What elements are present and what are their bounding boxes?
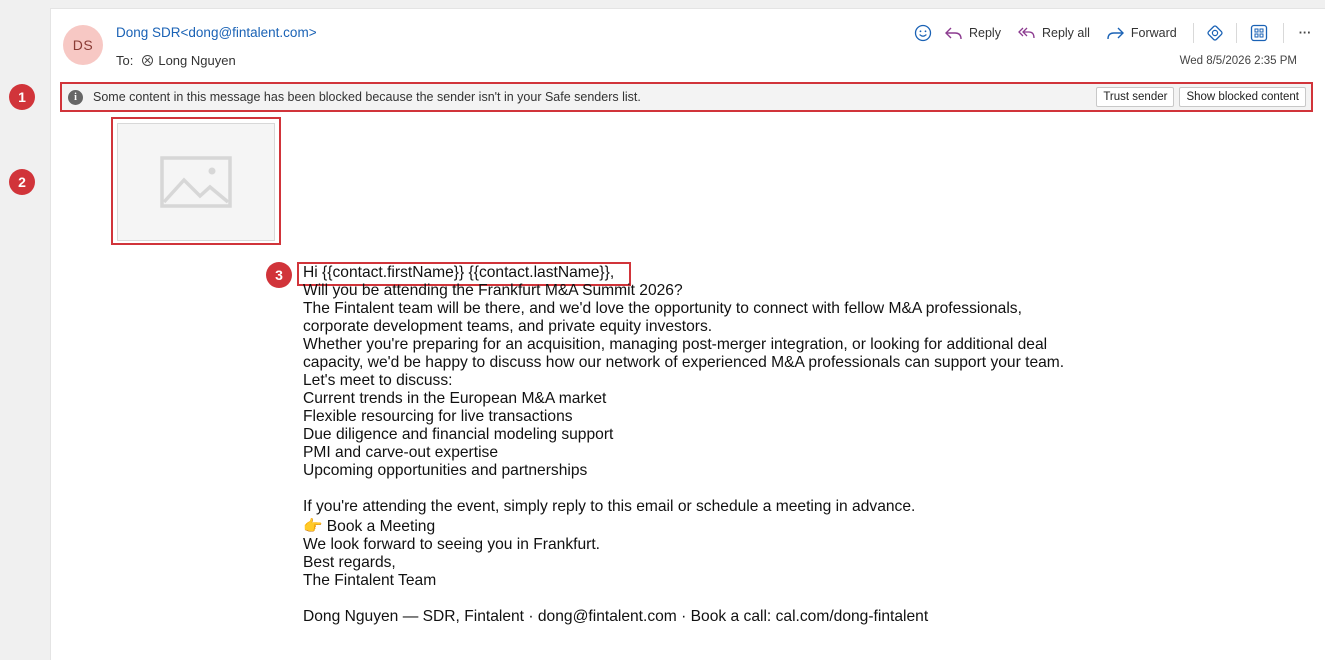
recipient-line: To: Long Nguyen (116, 53, 236, 68)
list-item: Upcoming opportunities and partnerships (303, 462, 588, 479)
book-meeting-link[interactable]: 👉 Book a Meeting (303, 518, 1064, 536)
sender-name[interactable]: Dong SDR (116, 25, 181, 40)
received-date: Wed 8/5/2026 2:35 PM (1179, 55, 1297, 67)
remove-recipient-icon (142, 55, 154, 66)
reply-icon (945, 27, 962, 40)
body-line: Let's meet to discuss: (303, 372, 453, 389)
emoji-react-button[interactable] (914, 24, 932, 42)
closing-line: Best regards, (303, 554, 396, 571)
forward-icon (1107, 27, 1124, 40)
body-line: The Fintalent team will be there, and we… (303, 300, 1022, 317)
pointing-hand-icon: 👉 (303, 518, 323, 535)
list-item: PMI and carve-out expertise (303, 444, 499, 461)
annotation-badge-2: 2 (9, 169, 35, 195)
signature: Dong Nguyen — SDR, Fintalent · dong@fint… (303, 608, 929, 625)
body-line: Will you be attending the Frankfurt M&A … (303, 282, 683, 299)
apps-button[interactable] (1250, 24, 1268, 42)
reply-button[interactable]: Reply (944, 25, 1001, 41)
body-line: corporate development teams, and private… (303, 318, 713, 335)
closing-line: The Fintalent Team (303, 572, 437, 589)
message-body: Hi {{contact.firstName}} {{contact.lastN… (303, 264, 1064, 626)
cta-line: If you're attending the event, simply re… (303, 498, 916, 515)
trust-sender-button[interactable]: Trust sender (1096, 87, 1175, 107)
list-item: Current trends in the European M&A marke… (303, 390, 607, 407)
body-line: Whether you're preparing for an acquisit… (303, 336, 1048, 353)
reply-all-label: Reply all (1041, 26, 1090, 40)
avatar[interactable]: DS (63, 25, 103, 65)
forward-button[interactable]: Forward (1106, 25, 1177, 41)
book-meeting-label[interactable]: Book a Meeting (327, 518, 435, 535)
annotation-badge-3: 3 (266, 262, 292, 288)
list-item: Due diligence and financial modeling sup… (303, 426, 614, 443)
closing-line: We look forward to seeing you in Frankfu… (303, 536, 600, 553)
annotation-badge-1: 1 (9, 84, 35, 110)
recipient-name[interactable]: Long Nguyen (158, 53, 235, 68)
reply-all-button[interactable]: Reply all (1018, 25, 1090, 41)
apps-grid-icon (1250, 24, 1267, 42)
copilot-button[interactable] (1206, 24, 1224, 42)
greeting-line: Hi {{contact.firstName}} {{contact.lastN… (303, 264, 615, 281)
blocked-content-banner: i Some content in this message has been … (60, 82, 1313, 112)
to-label: To: (116, 53, 134, 68)
banner-text: Some content in this message has been bl… (93, 90, 641, 104)
forward-label: Forward (1130, 26, 1177, 40)
reply-all-icon (1018, 27, 1035, 39)
message-toolbar: Reply Reply all Forward ··· (914, 22, 1311, 44)
reply-label: Reply (969, 26, 1001, 40)
more-actions-button[interactable]: ··· (1299, 26, 1312, 40)
image-placeholder-icon (160, 156, 232, 208)
list-item: Flexible resourcing for live transaction… (303, 408, 573, 425)
body-line: capacity, we'd be happy to discuss how o… (303, 354, 1065, 371)
more-actions-label: ··· (1298, 26, 1312, 40)
show-blocked-content-button[interactable]: Show blocked content (1179, 87, 1306, 107)
toolbar-divider (1192, 23, 1194, 43)
sender[interactable]: Dong SDR<dong@fintalent.com> (116, 25, 317, 40)
blocked-image-placeholder[interactable] (117, 123, 275, 241)
blocked-image-highlight (111, 117, 281, 245)
smiley-icon (914, 24, 932, 42)
sender-email[interactable]: <dong@fintalent.com> (181, 25, 317, 40)
info-icon: i (68, 89, 83, 105)
toolbar-divider (1282, 23, 1284, 43)
toolbar-divider (1235, 23, 1237, 43)
copilot-icon (1207, 25, 1223, 41)
